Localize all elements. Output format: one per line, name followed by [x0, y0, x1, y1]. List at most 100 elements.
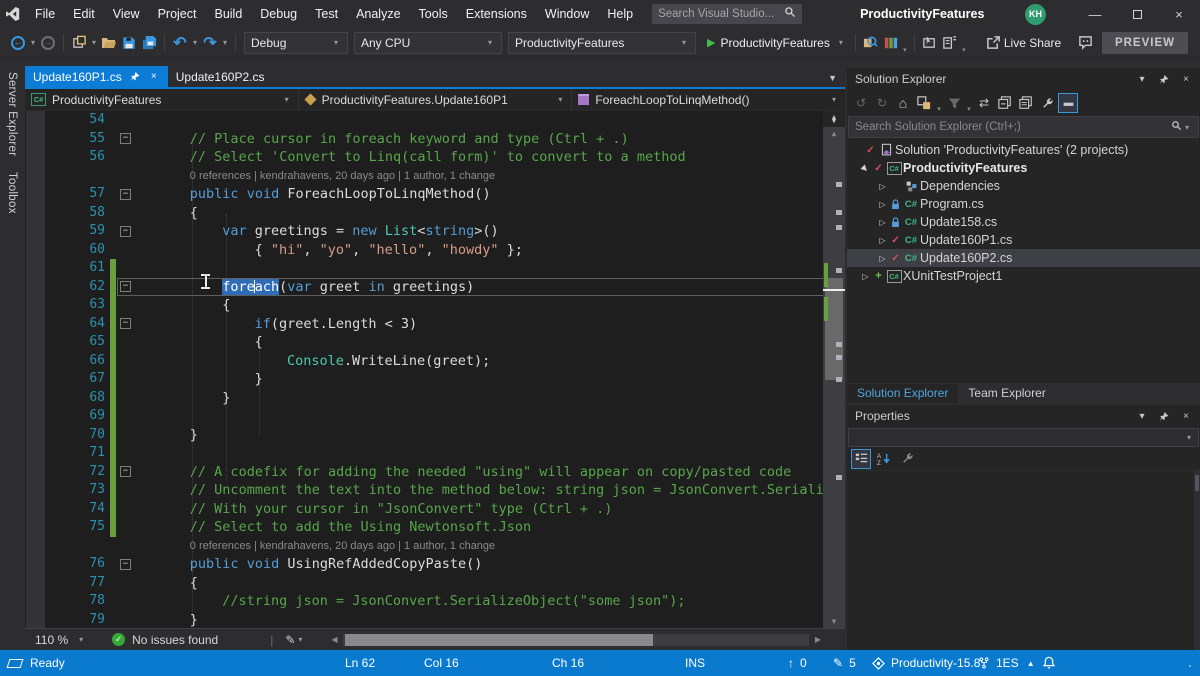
navbar-type-dropdown[interactable]: ProductivityFeatures.Update160P1 ▾: [298, 89, 572, 110]
navbar-project-dropdown[interactable]: C# ProductivityFeatures ▾: [25, 89, 298, 110]
search-icon[interactable]: [784, 5, 796, 23]
redo-chevron-icon[interactable]: ▾: [220, 38, 230, 47]
code-line-60[interactable]: 60{ "hi", "yo", "hello", "howdy" };: [25, 241, 845, 260]
code-line-71[interactable]: 71: [25, 444, 845, 463]
branch-indicator[interactable]: 1ES ▲: [978, 650, 1035, 676]
tree-item-solution-productivityfeatures-2-projects[interactable]: ✓Solution 'ProductivityFeatures' (2 proj…: [847, 141, 1200, 159]
search-input[interactable]: Search Visual Studio...: [652, 4, 802, 24]
code-editor[interactable]: 5455−// Place cursor in foreach keyword …: [25, 111, 845, 628]
show-all-files-icon[interactable]: [1058, 93, 1078, 113]
new-project-icon[interactable]: [69, 32, 89, 54]
close-icon[interactable]: ×: [148, 71, 160, 82]
switch-views-chevron-icon[interactable]: ▾: [935, 105, 943, 116]
save-all-icon[interactable]: [139, 32, 159, 54]
menu-edit[interactable]: Edit: [64, 0, 104, 28]
close-icon[interactable]: ×: [1180, 411, 1192, 422]
chevron-down-icon[interactable]: ▾: [1184, 433, 1194, 442]
pushes-indicator[interactable]: ↑ 0: [788, 650, 807, 676]
chevron-down-icon[interactable]: ▾: [555, 95, 565, 104]
preview-selected-items-icon[interactable]: [1016, 93, 1036, 113]
document-list-chevron-icon[interactable]: ▼: [828, 73, 845, 87]
user-avatar[interactable]: KH: [1025, 4, 1046, 25]
code-line-64[interactable]: 64−if(greet.Length < 3): [25, 315, 845, 334]
code-line-70[interactable]: 70}: [25, 426, 845, 445]
forward-icon[interactable]: ↻: [872, 93, 892, 113]
zoom-chevron-icon[interactable]: ▾: [76, 635, 86, 644]
code-line-56[interactable]: 56// Select 'Convert to Linq(call form)'…: [25, 148, 845, 167]
code-line-74[interactable]: 74// With your cursor in "JsonConvert" t…: [25, 500, 845, 519]
expand-arrow-icon[interactable]: ▷: [876, 200, 889, 209]
properties-object-dropdown[interactable]: ▾: [848, 428, 1199, 447]
startup-project-dropdown[interactable]: ProductivityFeatures▾: [508, 32, 696, 54]
menu-tools[interactable]: Tools: [410, 0, 457, 28]
close-icon[interactable]: ×: [1180, 74, 1192, 85]
scrollbar-thumb[interactable]: [825, 278, 843, 380]
editor-tab-update160p1-cs[interactable]: Update160P1.cs×: [25, 66, 168, 87]
tree-item-program-cs[interactable]: ▷C#Program.cs: [847, 195, 1200, 213]
pin-icon[interactable]: [1158, 74, 1170, 85]
code-line-77[interactable]: 77{: [25, 574, 845, 593]
codelens-row[interactable]: 0 references | kendrahavens, 20 days ago…: [25, 167, 845, 186]
back-icon[interactable]: ↺: [851, 93, 871, 113]
navigate-forward-icon[interactable]: →: [38, 32, 58, 54]
code-line-76[interactable]: 76−public void UsingRefAddedCopyPaste(): [25, 555, 845, 574]
switch-views-icon[interactable]: [914, 93, 934, 113]
menu-view[interactable]: View: [104, 0, 149, 28]
properties-header[interactable]: Properties ▾ ×: [847, 405, 1200, 427]
pin-icon[interactable]: [129, 71, 141, 82]
rail-tab-toolbox[interactable]: Toolbox: [6, 164, 18, 222]
save-icon[interactable]: [119, 32, 139, 54]
pencil-chevron-icon[interactable]: ▾: [295, 635, 305, 644]
properties-scrollbar[interactable]: [1194, 471, 1200, 650]
menu-test[interactable]: Test: [306, 0, 347, 28]
expand-arrow-icon[interactable]: ▷: [876, 236, 889, 245]
new-project-chevron-icon[interactable]: ▾: [89, 38, 99, 47]
notifications-bell-icon[interactable]: [1042, 650, 1056, 676]
solution-explorer-search-input[interactable]: Search Solution Explorer (Ctrl+;) ▾: [848, 116, 1199, 138]
expand-arrow-icon[interactable]: ▷: [876, 218, 889, 227]
code-line-75[interactable]: 75// Select to add the Using Newtonsoft.…: [25, 518, 845, 537]
categorized-icon[interactable]: [851, 449, 871, 469]
panel-tab-team-explorer[interactable]: Team Explorer: [958, 384, 1055, 403]
menu-help[interactable]: Help: [598, 0, 642, 28]
sync-with-active-document-icon[interactable]: ⇄: [974, 93, 994, 113]
configurations-icon[interactable]: [881, 32, 901, 54]
code-line-55[interactable]: 55−// Place cursor in foreach keyword an…: [25, 130, 845, 149]
expand-arrow-icon[interactable]: ▷: [876, 254, 889, 263]
status-character[interactable]: Ch 16: [552, 650, 584, 676]
vertical-scrollbar[interactable]: ▲▼ ▲ ▼: [823, 111, 845, 628]
code-line-57[interactable]: 57−public void ForeachLoopToLinqMethod(): [25, 185, 845, 204]
code-line-62[interactable]: 62−foreach(var greet in greetings): [25, 278, 845, 297]
code-line-65[interactable]: 65{: [25, 333, 845, 352]
chevron-down-icon[interactable]: ▾: [1136, 411, 1148, 422]
menu-file[interactable]: File: [26, 0, 64, 28]
code-line-67[interactable]: 67}: [25, 370, 845, 389]
filter-icon[interactable]: [944, 93, 964, 113]
search-chevron-icon[interactable]: ▾: [1182, 123, 1192, 132]
code-line-61[interactable]: 61: [25, 259, 845, 278]
panel-tab-solution-explorer[interactable]: Solution Explorer: [847, 384, 958, 403]
filter-chevron-icon[interactable]: ▾: [965, 105, 973, 116]
expand-arrow-icon[interactable]: ▷: [876, 182, 889, 191]
solution-platform-dropdown[interactable]: Any CPU▾: [354, 32, 502, 54]
zoom-level-dropdown[interactable]: 110 %: [35, 633, 68, 647]
resize-grip[interactable]: [1188, 664, 1198, 674]
lines-chevron-icon[interactable]: ▾: [960, 46, 968, 57]
solution-configuration-dropdown[interactable]: Debug▾: [244, 32, 348, 54]
code-line-59[interactable]: 59−var greetings = new List<string>(): [25, 222, 845, 241]
tree-item-update158-cs[interactable]: ▷C#Update158.cs: [847, 213, 1200, 231]
tree-item-xunittestproject1[interactable]: ▷+C#XUnitTestProject1: [847, 267, 1200, 285]
navbar-member-dropdown[interactable]: ForeachLoopToLinqMethod() ▾: [571, 89, 845, 110]
tree-item-update160p2-cs[interactable]: ▷✓C#Update160P2.cs: [847, 249, 1200, 267]
code-health-indicator[interactable]: ✓ No issues found: [112, 633, 218, 647]
split-editor-handle[interactable]: ▲▼: [823, 111, 845, 127]
repository-indicator[interactable]: Productivity-15.8: [872, 650, 980, 676]
collapse-all-icon[interactable]: [995, 93, 1015, 113]
menu-extensions[interactable]: Extensions: [457, 0, 536, 28]
code-line-73[interactable]: 73// Uncomment the text into the method …: [25, 481, 845, 500]
code-line-63[interactable]: 63{: [25, 296, 845, 315]
codelens-row[interactable]: 0 references | kendrahavens, 20 days ago…: [25, 537, 845, 556]
open-folder-icon[interactable]: [99, 32, 119, 54]
scrollbar-thumb[interactable]: [345, 634, 652, 646]
chevron-down-icon[interactable]: ▾: [1136, 74, 1148, 85]
